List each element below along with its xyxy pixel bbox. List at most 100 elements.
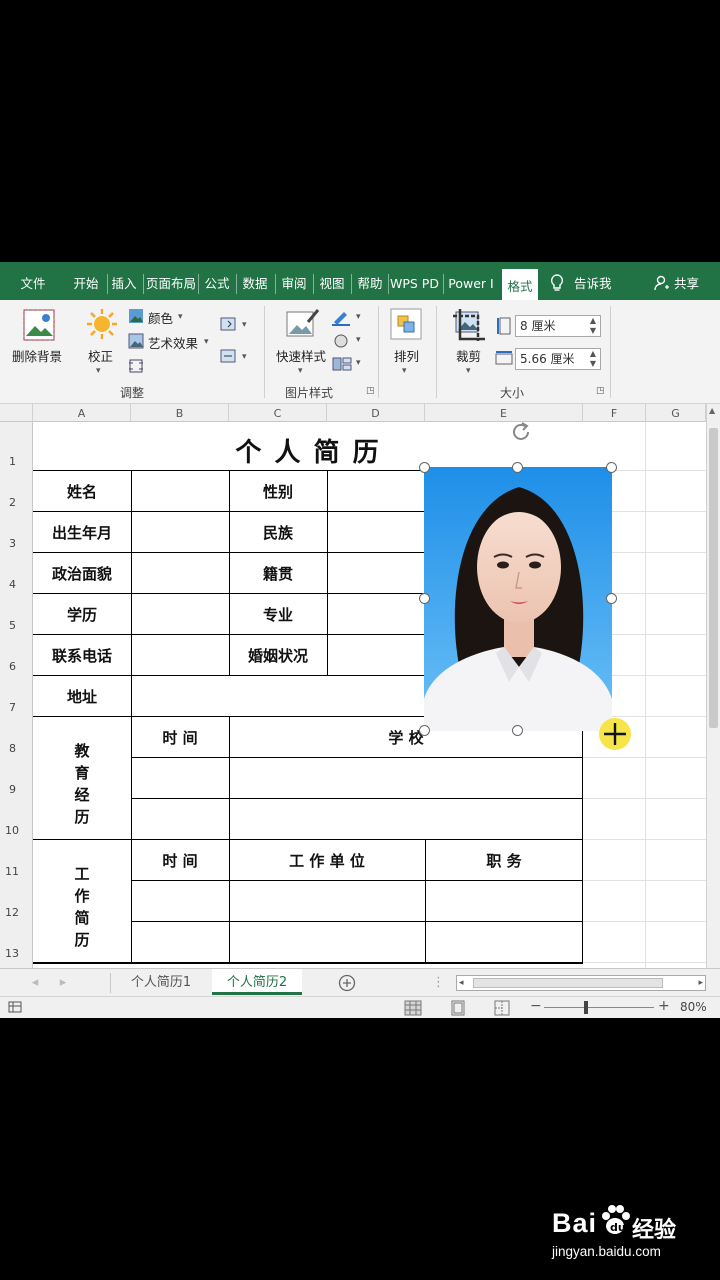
label-address[interactable]: 地址 bbox=[33, 686, 131, 707]
column-header-c[interactable]: C bbox=[229, 404, 327, 422]
row-header-bar: 1 2 3 4 5 6 7 8 9 10 11 12 13 bbox=[0, 422, 33, 968]
tab-insert[interactable]: 插入 bbox=[108, 262, 140, 300]
column-header-g[interactable]: G bbox=[646, 404, 706, 422]
quick-styles-button[interactable]: 快速样式 bbox=[276, 346, 326, 365]
horizontal-scroll-thumb[interactable] bbox=[473, 978, 663, 988]
row-header[interactable]: 5 bbox=[0, 619, 33, 632]
row-header[interactable]: 2 bbox=[0, 496, 33, 509]
column-header-b[interactable]: B bbox=[131, 404, 229, 422]
label-gender[interactable]: 性别 bbox=[229, 481, 327, 502]
resize-handle[interactable] bbox=[606, 593, 617, 604]
vertical-scroll-thumb[interactable] bbox=[709, 428, 718, 728]
label-major[interactable]: 专业 bbox=[229, 604, 327, 625]
sheet-tab-resume-1[interactable]: 个人简历1 bbox=[114, 969, 208, 995]
artistic-effects-button[interactable]: 艺术效果 bbox=[148, 333, 198, 352]
tab-formulas[interactable]: 公式 bbox=[200, 262, 234, 300]
label-hometown[interactable]: 籍贯 bbox=[229, 563, 327, 584]
zoom-slider[interactable] bbox=[544, 1007, 654, 1008]
column-header-d[interactable]: D bbox=[327, 404, 425, 422]
row-header[interactable]: 10 bbox=[0, 824, 33, 837]
tab-help[interactable]: 帮助 bbox=[353, 262, 387, 300]
row-header[interactable]: 8 bbox=[0, 742, 33, 755]
row-header[interactable]: 11 bbox=[0, 865, 33, 878]
page-break-view-icon[interactable] bbox=[494, 1000, 510, 1018]
label-edu-time[interactable]: 时 间 bbox=[131, 727, 229, 748]
tab-view[interactable]: 视图 bbox=[315, 262, 349, 300]
tell-me-search[interactable]: 告诉我 bbox=[574, 262, 624, 300]
watermark-jingyan: 经验 bbox=[632, 1218, 677, 1243]
tab-data[interactable]: 数据 bbox=[238, 262, 272, 300]
picture-layout-icon[interactable] bbox=[332, 356, 352, 375]
color-button[interactable]: 颜色 bbox=[148, 308, 173, 327]
label-political-status[interactable]: 政治面貌 bbox=[33, 563, 131, 584]
tab-review[interactable]: 审阅 bbox=[277, 262, 311, 300]
zoom-slider-thumb[interactable] bbox=[584, 1001, 588, 1014]
row-header[interactable]: 13 bbox=[0, 947, 33, 960]
page-layout-view-icon[interactable] bbox=[450, 1000, 466, 1018]
remove-background-button[interactable]: 删除背景 bbox=[12, 346, 62, 365]
resize-handle[interactable] bbox=[512, 725, 523, 736]
normal-view-icon[interactable] bbox=[404, 1000, 422, 1018]
picture-border-icon[interactable] bbox=[332, 310, 352, 329]
row-header[interactable]: 4 bbox=[0, 578, 33, 591]
label-work-time[interactable]: 时 间 bbox=[131, 850, 229, 871]
label-phone[interactable]: 联系电话 bbox=[33, 645, 131, 666]
rotate-handle-icon[interactable] bbox=[508, 419, 534, 449]
add-sheet-icon[interactable] bbox=[338, 974, 356, 996]
label-education[interactable]: 学历 bbox=[33, 604, 131, 625]
sheet-tab-resume-2[interactable]: 个人简历2 bbox=[212, 969, 302, 995]
label-marital-status[interactable]: 婚姻状况 bbox=[229, 645, 327, 666]
zoom-level[interactable]: 80% bbox=[680, 1000, 707, 1014]
zoom-in-button[interactable]: + bbox=[658, 998, 670, 1014]
tab-page-layout[interactable]: 页面布局 bbox=[146, 262, 196, 300]
row-header[interactable]: 3 bbox=[0, 537, 33, 550]
ribbon-tab-bar: 文件 开始 插入 页面布局 公式 数据 审阅 视图 帮助 WPS PDF Pow… bbox=[0, 262, 720, 300]
column-header-e[interactable]: E bbox=[425, 404, 583, 422]
tab-power-bi[interactable]: Power I bbox=[446, 262, 496, 300]
label-ethnicity[interactable]: 民族 bbox=[229, 522, 327, 543]
resume-title[interactable]: 个 人 简 历 bbox=[33, 432, 583, 469]
row-header[interactable]: 9 bbox=[0, 783, 33, 796]
share-button[interactable]: 共享 bbox=[674, 262, 708, 300]
row-header[interactable]: 1 bbox=[0, 455, 33, 468]
vertical-scrollbar[interactable]: ▲ bbox=[706, 404, 720, 968]
corrections-button[interactable]: 校正 bbox=[88, 346, 113, 365]
horizontal-scrollbar[interactable]: ◂ ▸ bbox=[456, 975, 706, 991]
shape-width-input[interactable]: 5.66 厘米 ▲ ▼ bbox=[515, 348, 601, 370]
quick-styles-icon bbox=[286, 308, 320, 343]
select-all-corner[interactable] bbox=[0, 404, 33, 422]
arrange-button[interactable]: 排列 bbox=[394, 346, 419, 365]
column-header-a[interactable]: A bbox=[33, 404, 131, 422]
shape-height-input[interactable]: 8 厘米 ▲ ▼ bbox=[515, 315, 601, 337]
resize-handle[interactable] bbox=[419, 593, 430, 604]
row-header[interactable]: 12 bbox=[0, 906, 33, 919]
tab-splitter[interactable]: ⋮ bbox=[432, 969, 445, 995]
next-sheet-icon[interactable]: ▸ bbox=[56, 969, 70, 995]
resize-handle[interactable] bbox=[606, 462, 617, 473]
resize-handle[interactable] bbox=[419, 725, 430, 736]
inserted-id-photo[interactable] bbox=[424, 467, 612, 731]
resize-handle[interactable] bbox=[419, 462, 430, 473]
column-header-f[interactable]: F bbox=[583, 404, 646, 422]
label-employer[interactable]: 工 作 单 位 bbox=[229, 850, 425, 871]
tab-home[interactable]: 开始 bbox=[64, 262, 108, 300]
picture-effects-icon[interactable] bbox=[332, 333, 352, 352]
crop-button[interactable]: 裁剪 bbox=[456, 346, 481, 365]
arrange-icon bbox=[390, 308, 422, 343]
compress-icon[interactable] bbox=[220, 316, 240, 335]
label-position[interactable]: 职 务 bbox=[425, 850, 583, 871]
tab-wps-pdf[interactable]: WPS PDF bbox=[390, 262, 440, 300]
row-header[interactable]: 7 bbox=[0, 701, 33, 714]
resize-handle[interactable] bbox=[512, 462, 523, 473]
label-name[interactable]: 姓名 bbox=[33, 481, 131, 502]
row-header[interactable]: 6 bbox=[0, 660, 33, 673]
label-birth-date[interactable]: 出生年月 bbox=[33, 522, 131, 543]
size-group-label: 大小 bbox=[500, 386, 525, 400]
tab-format[interactable]: 格式 bbox=[502, 269, 538, 300]
zoom-out-button[interactable]: − bbox=[530, 998, 542, 1014]
reset-picture-icon[interactable] bbox=[128, 358, 144, 377]
change-picture-icon[interactable] bbox=[220, 348, 240, 367]
macro-record-icon[interactable] bbox=[8, 1001, 24, 1018]
prev-sheet-icon[interactable]: ◂ bbox=[28, 969, 42, 995]
tab-file[interactable]: 文件 bbox=[10, 262, 56, 300]
